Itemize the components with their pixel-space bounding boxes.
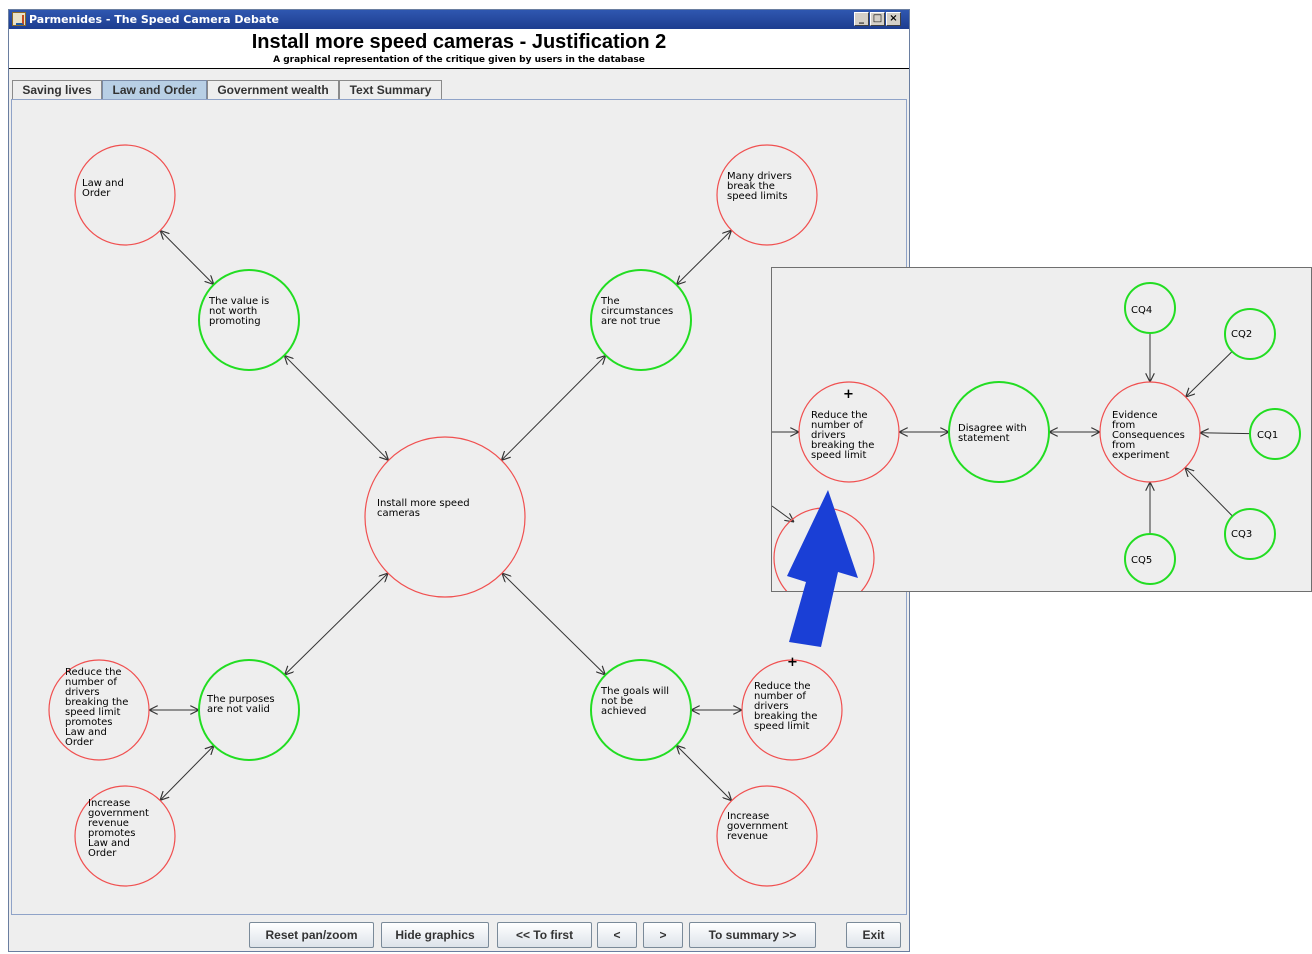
hide-graphics-button[interactable]: Hide graphics [381,922,489,948]
edge-purposes-center [285,573,388,675]
page-title: Install more speed cameras - Justificati… [251,31,667,53]
node-reduce-right[interactable]: Reduce the number of drivers breaking th… [754,682,817,732]
node-circle-partial [773,507,875,591]
edge-circumstances-center [501,355,605,460]
inset-node-cq2: CQ2 [1231,329,1253,340]
node-increase-promotes[interactable]: Increase government revenue promotes Law… [88,799,149,859]
edge-law-and-order-value-not-worth [160,230,214,284]
zoom-inset-panel: + Reduce the number of drivers breaking … [771,267,1312,592]
title-bar[interactable]: Parmenides - The Speed Camera Debate _ □… [9,10,909,29]
node-circumstances[interactable]: The circumstances are not true [601,297,673,327]
inset-node-reduce: Reduce the number of drivers breaking th… [811,410,875,461]
edge-increase-promotes-purposes [160,746,214,801]
minimize-button[interactable]: _ [854,12,869,26]
tab-saving-lives[interactable]: Saving lives [12,80,102,100]
to-summary-button[interactable]: To summary >> [689,922,816,948]
inset-node-cq5: CQ5 [1131,555,1153,566]
inset-node-cq1: CQ1 [1257,430,1279,441]
inset-reduce-sign: + [843,387,854,402]
button-bar: Reset pan/zoom Hide graphics << To first… [9,922,909,952]
node-value-not-worth[interactable]: The value is not worth promoting [209,297,269,327]
inset-node-evidence: Evidence from Consequences from experime… [1112,410,1185,461]
inset-node-disagree: Disagree with statement [958,423,1027,444]
maximize-button[interactable]: □ [870,12,885,26]
next-button[interactable]: > [643,922,683,948]
edge-increase-right-goals [676,745,731,800]
window-title: Parmenides - The Speed Camera Debate [29,13,279,26]
node-many-drivers[interactable]: Many drivers break the speed limits [727,172,792,202]
inset-node-cq4: CQ4 [1131,305,1153,316]
page-header: Install more speed cameras - Justificati… [9,29,909,69]
node-purposes[interactable]: The purposes are not valid [207,695,275,715]
edge-goals-center [502,573,605,675]
node-reduce-right-sign: + [787,655,798,670]
edge-cq3-evidence [1185,468,1233,517]
edge-cq2-evidence [1186,351,1233,397]
tab-government-wealth[interactable]: Government wealth [207,80,339,100]
inset-node-partial: rev [810,560,826,571]
page-subtitle: A graphical representation of the critiq… [273,55,645,65]
tab-law-and-order[interactable]: Law and Order [102,80,207,100]
node-increase-right[interactable]: Increase government revenue [727,812,788,842]
inset-node-cq3: CQ3 [1231,529,1253,540]
node-law-and-order[interactable]: Law and Order [82,179,124,199]
to-first-button[interactable]: << To first [497,922,592,948]
inset-partial-edge-1 [772,505,794,522]
java-app-icon [12,12,26,26]
exit-button[interactable]: Exit [846,922,901,948]
edge-many-drivers-circumstances [676,230,731,285]
node-center-claim[interactable]: Install more speed cameras [377,499,470,519]
tab-text-summary[interactable]: Text Summary [339,80,442,100]
edge-cq1-evidence [1200,433,1251,434]
node-reduce-promotes[interactable]: Reduce the number of drivers breaking th… [65,668,128,748]
reset-pan-zoom-button[interactable]: Reset pan/zoom [249,922,374,948]
edge-value-not-worth-center [284,355,388,460]
node-goals[interactable]: The goals will not be achieved [601,687,669,717]
close-button[interactable]: × [886,12,901,26]
previous-button[interactable]: < [597,922,637,948]
